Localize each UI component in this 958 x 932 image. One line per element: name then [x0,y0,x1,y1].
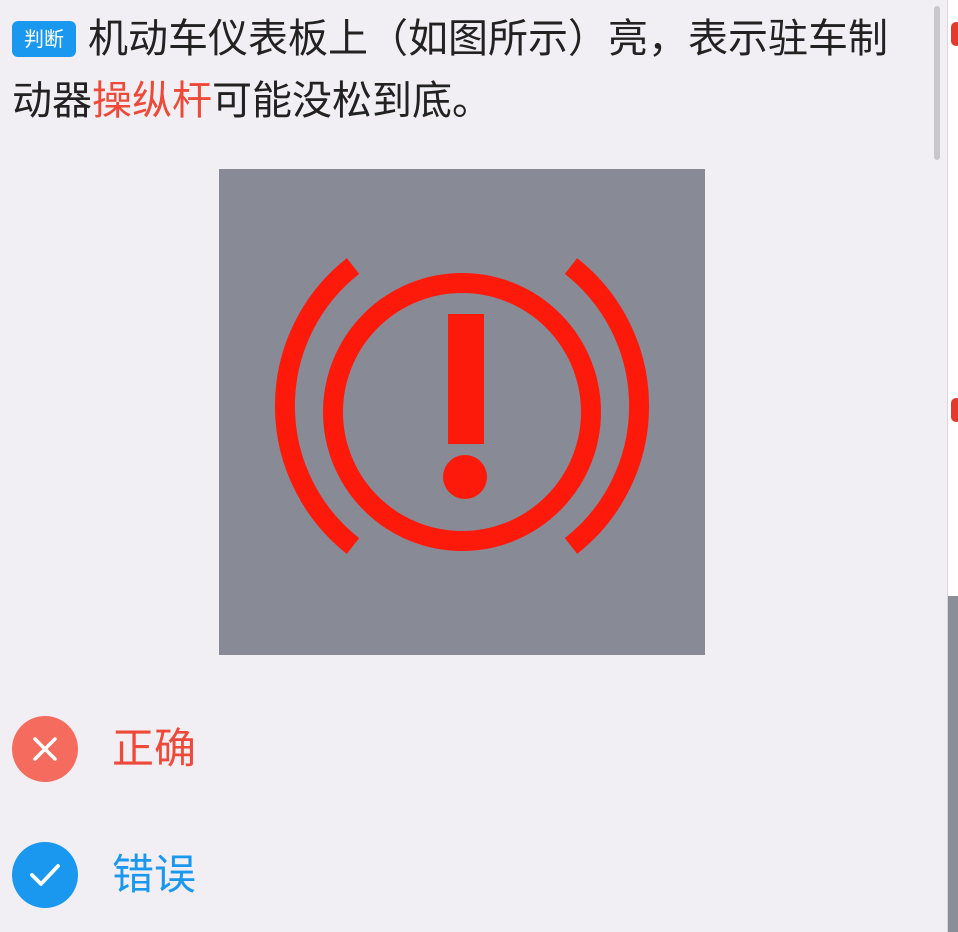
option-wrong-marker [12,842,78,908]
option-correct-label: 正确 [112,724,197,773]
next-page-figure-edge [948,596,958,932]
close-icon [33,737,57,761]
option-wrong[interactable]: 错误 [12,842,612,908]
next-page-mark [951,22,958,46]
question-keyword: 操纵杆 [92,78,212,124]
vertical-scrollbar[interactable] [932,0,942,932]
scrollbar-thumb[interactable] [934,6,940,160]
check-icon [30,864,60,886]
option-wrong-label: 错误 [112,850,197,899]
option-correct[interactable]: 正确 [12,716,612,782]
question-text-after: 可能没松到底。 [212,78,492,124]
question-figure [219,169,705,655]
next-page-preview[interactable] [947,0,958,932]
question-text: 判断 机动车仪表板上（如图所示）亮，表示驻车制动器操纵杆可能没松到底。 [12,8,922,132]
option-correct-marker [12,716,78,782]
question-type-badge: 判断 [12,21,76,57]
next-page-mark [951,398,958,422]
parking-brake-warning-icon [275,258,649,554]
